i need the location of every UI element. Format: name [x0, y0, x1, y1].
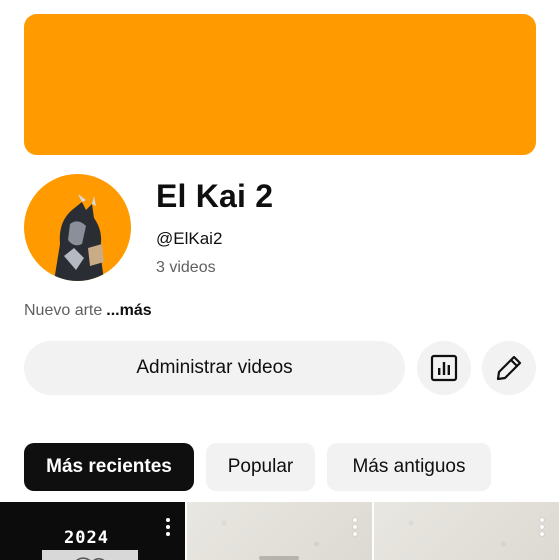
more-vert-icon[interactable]	[539, 518, 545, 538]
analytics-button[interactable]	[417, 341, 471, 395]
description-text: Nuevo arte	[24, 302, 103, 319]
channel-banner	[24, 14, 536, 155]
avatar-illustration	[24, 174, 131, 281]
channel-avatar[interactable]	[24, 174, 131, 281]
chip-popular[interactable]: Popular	[206, 443, 315, 491]
manage-videos-label: Administrar videos	[136, 357, 293, 378]
video-count: 3 videos	[156, 259, 216, 276]
video-thumbnail-1[interactable]: 2024	[0, 502, 185, 560]
thumbnail-paper	[374, 502, 559, 560]
channel-page: El Kai 2 @ElKai2 3 videos Nuevo arte ...m…	[0, 0, 560, 560]
bar-chart-icon	[430, 354, 458, 382]
thumbnail-overlay-text: 2024	[64, 528, 109, 548]
chip-most-recent[interactable]: Más recientes	[24, 443, 194, 491]
manage-videos-button[interactable]: Administrar videos	[24, 341, 405, 395]
description-more-link[interactable]: ...más	[106, 302, 151, 319]
chip-oldest[interactable]: Más antiguos	[327, 443, 491, 491]
thumbnail-scribble	[259, 556, 299, 560]
channel-description: Nuevo arte ...más	[24, 302, 152, 320]
channel-handle: @ElKai2	[156, 229, 223, 248]
thumbnail-artwork	[42, 550, 138, 560]
channel-name: El Kai 2	[156, 178, 274, 214]
video-thumbnail-2[interactable]	[187, 502, 372, 560]
thumbnail-paper	[187, 502, 372, 560]
video-thumbnail-3[interactable]	[374, 502, 559, 560]
more-vert-icon[interactable]	[165, 518, 171, 538]
more-vert-icon[interactable]	[352, 518, 358, 538]
edit-channel-button[interactable]	[482, 341, 536, 395]
pencil-icon	[496, 355, 522, 381]
